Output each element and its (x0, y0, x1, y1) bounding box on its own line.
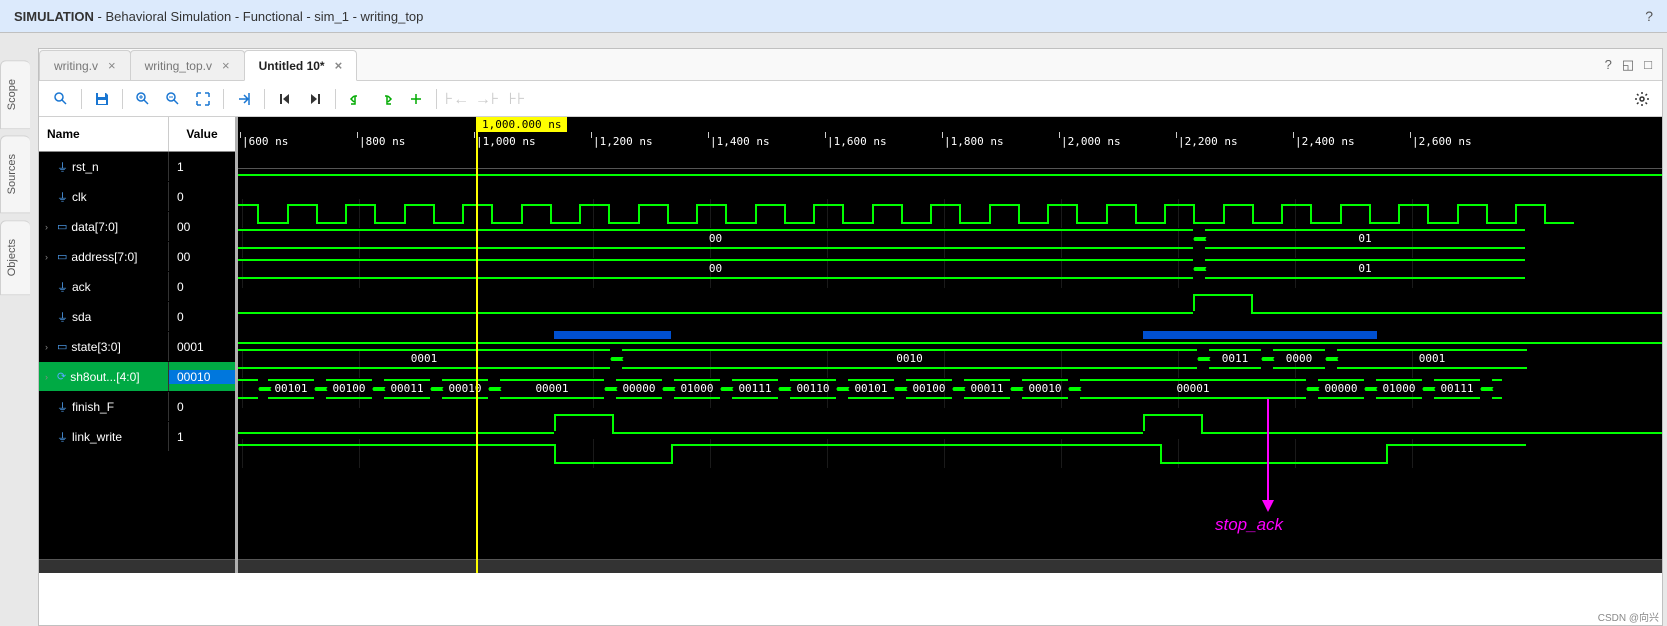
wave-row-1[interactable] (238, 199, 1662, 229)
cursor-marker[interactable]: 1,000.000 ns (476, 117, 567, 132)
cursor-label: 1,000.000 ns (476, 117, 567, 132)
toolbar: ⊦← →⊦ ⊦⊦ (39, 81, 1662, 117)
annotation-arrow-head (1262, 500, 1274, 512)
tab-controls: ? ◱ □ (1603, 55, 1654, 75)
wave-canvas[interactable]: 1,000.000 ns |600 ns|800 ns|1,000 ns|1,2… (238, 117, 1662, 573)
main-area: writing.v× writing_top.v× Untitled 10*× … (38, 48, 1663, 626)
signal-rows: ⏚rst_n1⏚clk0›▭data[7:0]00›▭address[7:0]0… (39, 152, 235, 559)
wave-row-7[interactable]: 0010100100000110001000001000000100000111… (238, 379, 1662, 409)
side-tab-objects[interactable]: Objects (0, 220, 30, 295)
go-to-end-icon[interactable] (301, 85, 329, 113)
file-tab-writing-top[interactable]: writing_top.v × (130, 50, 245, 80)
wave-hscroll[interactable] (238, 559, 1662, 573)
annotation-arrow-line (1267, 399, 1269, 504)
tab-label: writing.v (54, 59, 98, 73)
tab-label: writing_top.v (145, 59, 212, 73)
add-marker-icon[interactable] (402, 85, 430, 113)
time-axis: |600 ns|800 ns|1,000 ns|1,200 ns|1,400 n… (238, 135, 1662, 169)
signal-row-clk[interactable]: ⏚clk0 (39, 182, 235, 212)
wave-row-0[interactable] (238, 169, 1662, 199)
name-header[interactable]: Name (39, 117, 169, 151)
prev-transition-icon[interactable] (342, 85, 370, 113)
file-tabs: writing.v× writing_top.v× Untitled 10*× … (39, 49, 1662, 81)
side-tab-sources[interactable]: Sources (0, 135, 30, 213)
wave-row-8[interactable] (238, 409, 1662, 439)
annotation-text: stop_ack (1215, 515, 1283, 535)
maximize-icon[interactable]: □ (1642, 55, 1654, 75)
zoom-in-icon[interactable] (129, 85, 157, 113)
wave-row-6[interactable]: 00010010001100000001 (238, 349, 1662, 379)
title-rest: - Behavioral Simulation - Functional - s… (94, 9, 423, 24)
signal-row-sda[interactable]: ⏚sda0 (39, 302, 235, 332)
next-transition-icon[interactable] (372, 85, 400, 113)
go-to-start-icon[interactable] (271, 85, 299, 113)
settings-icon[interactable] (1628, 85, 1656, 113)
restore-icon[interactable]: ◱ (1620, 55, 1636, 75)
wave-row-3[interactable]: 0001 (238, 259, 1662, 289)
zoom-out-icon[interactable] (159, 85, 187, 113)
go-to-cursor-icon[interactable] (230, 85, 258, 113)
signal-row-rst-n[interactable]: ⏚rst_n1 (39, 152, 235, 182)
zoom-fit-icon[interactable] (189, 85, 217, 113)
signal-row-data-7-0-[interactable]: ›▭data[7:0]00 (39, 212, 235, 242)
hscroll[interactable] (39, 559, 235, 573)
prev-marker-icon[interactable]: ⊦← (443, 85, 471, 113)
wave-row-5[interactable] (238, 319, 1662, 349)
signal-row-ack[interactable]: ⏚ack0 (39, 272, 235, 302)
watermark: CSDN @向兴 (1598, 609, 1659, 624)
title-bar: SIMULATION - Behavioral Simulation - Fun… (0, 0, 1667, 33)
signal-row-sh8out----4-0-[interactable]: ›⟳sh8out...[4:0]00010 (39, 362, 235, 392)
search-icon[interactable] (47, 85, 75, 113)
help-icon[interactable]: ? (1603, 55, 1614, 75)
wave-row-2[interactable]: 0001 (238, 229, 1662, 259)
signal-header: Name Value (39, 117, 235, 152)
title-prefix: SIMULATION (14, 9, 94, 24)
help-icon[interactable]: ? (1645, 8, 1653, 24)
save-icon[interactable] (88, 85, 116, 113)
wave-row-4[interactable] (238, 289, 1662, 319)
close-icon[interactable]: × (335, 58, 343, 73)
signal-row-finish-F[interactable]: ⏚finish_F0 (39, 392, 235, 422)
wave-row-9[interactable] (238, 439, 1662, 469)
signal-row-address-7-0-[interactable]: ›▭address[7:0]00 (39, 242, 235, 272)
wave-rows: 00010001 00010010001100000001001010010000… (238, 169, 1662, 469)
side-tabs: Scope Sources Objects (0, 60, 30, 301)
file-tab-writing[interactable]: writing.v × (39, 50, 131, 80)
swap-marker-icon[interactable]: ⊦⊦ (503, 85, 531, 113)
side-tab-scope[interactable]: Scope (0, 60, 30, 129)
tab-label: Untitled 10* (259, 59, 325, 73)
signal-row-link-write[interactable]: ⏚link_write1 (39, 422, 235, 452)
waveform-viewer: Name Value ⏚rst_n1⏚clk0›▭data[7:0]00›▭ad… (39, 117, 1662, 573)
signal-row-state-3-0-[interactable]: ›▭state[3:0]0001 (39, 332, 235, 362)
file-tab-untitled[interactable]: Untitled 10* × (244, 50, 358, 81)
next-marker-icon[interactable]: →⊦ (473, 85, 501, 113)
signal-panel: Name Value ⏚rst_n1⏚clk0›▭data[7:0]00›▭ad… (39, 117, 238, 573)
close-icon[interactable]: × (222, 58, 230, 73)
value-header[interactable]: Value (169, 117, 235, 151)
close-icon[interactable]: × (108, 58, 116, 73)
cursor-line[interactable] (476, 131, 478, 573)
